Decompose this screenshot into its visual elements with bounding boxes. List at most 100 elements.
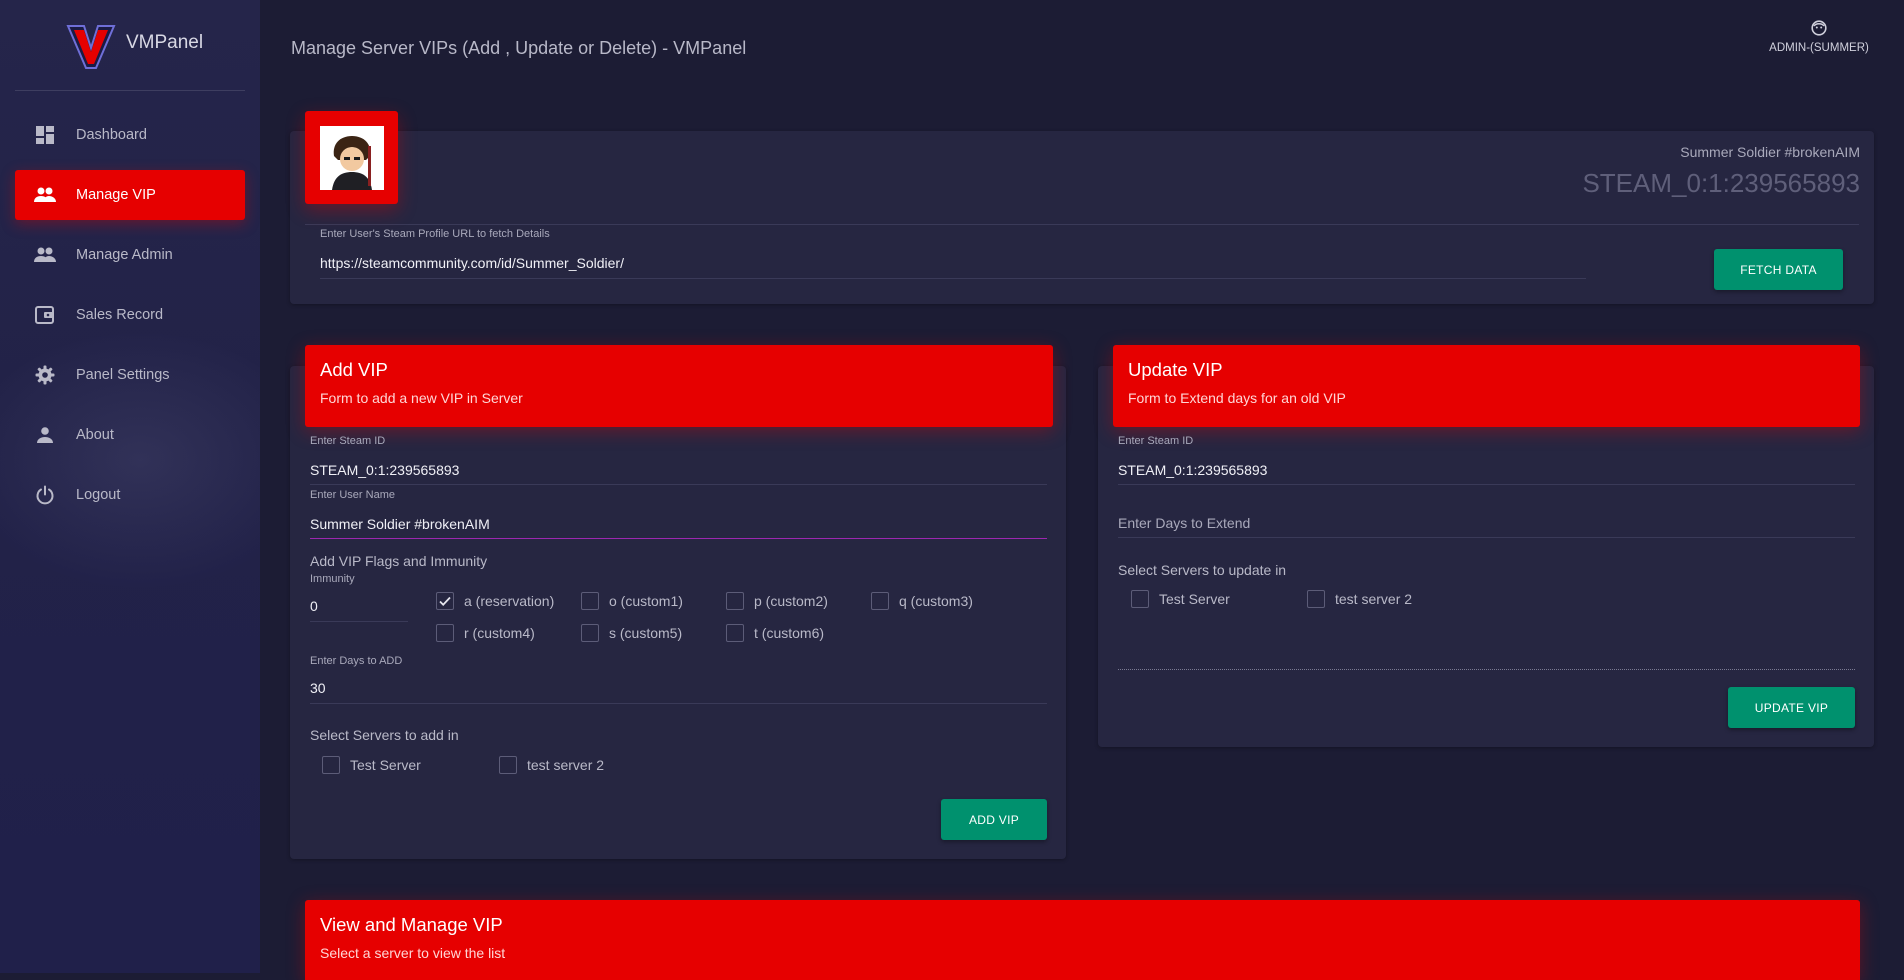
sidebar-item-sales-record[interactable]: Sales Record <box>15 290 245 340</box>
checkbox-label: Test Server <box>1159 591 1230 607</box>
view-vip-subtitle: Select a server to view the list <box>320 945 506 961</box>
sidebar-item-label: Dashboard <box>76 127 147 143</box>
days-add-label: Enter Days to ADD <box>310 655 403 667</box>
update-vip-header: Update VIP Form to Extend days for an ol… <box>1113 345 1860 427</box>
profile-steam-id: STEAM_0:1:239565893 <box>1582 168 1860 198</box>
dashboard-icon <box>33 123 57 147</box>
sidebar-item-logout[interactable]: Logout <box>15 470 245 520</box>
flag-checkbox-t[interactable]: t (custom6) <box>726 624 824 642</box>
vmpanel-logo-icon <box>66 25 116 69</box>
sidebar-divider <box>15 90 245 91</box>
logo[interactable]: VMPanel <box>66 22 203 72</box>
add-vip-title: Add VIP <box>320 359 388 380</box>
checkbox-box <box>726 592 744 610</box>
add-servers-heading: Select Servers to add in <box>310 727 459 743</box>
checkbox-box <box>436 592 454 610</box>
sidebar-item-panel-settings[interactable]: Panel Settings <box>15 350 245 400</box>
checkbox-box <box>581 624 599 642</box>
add-server-checkbox-test-server[interactable]: Test Server <box>322 756 421 774</box>
checkbox-box <box>581 592 599 610</box>
people-icon <box>33 243 57 267</box>
profile-display-name: Summer Soldier #brokenAIM <box>1680 144 1860 160</box>
update-vip-title: Update VIP <box>1128 359 1223 380</box>
flags-heading: Add VIP Flags and Immunity <box>310 553 488 569</box>
view-vip-header: View and Manage VIP Select a server to v… <box>305 900 1860 980</box>
user-menu[interactable]: ADMIN-(SUMMER) <box>1764 20 1874 54</box>
flag-checkbox-q[interactable]: q (custom3) <box>871 592 973 610</box>
flag-checkbox-r[interactable]: r (custom4) <box>436 624 535 642</box>
checkbox-box <box>1131 590 1149 608</box>
sidebar-item-label: Panel Settings <box>76 367 170 383</box>
update-servers-divider <box>1118 669 1855 670</box>
sidebar-item-label: Logout <box>76 487 121 503</box>
update-servers-heading: Select Servers to update in <box>1118 562 1287 578</box>
sidebar-item-dashboard[interactable]: Dashboard <box>15 110 245 160</box>
add-vip-subtitle: Form to add a new VIP in Server <box>320 390 523 406</box>
fetch-data-button[interactable]: FETCH DATA <box>1714 249 1843 290</box>
sidebar-nav: Dashboard Manage VIP Manage Admin Sales … <box>15 110 245 530</box>
sidebar-item-label: Manage Admin <box>76 247 173 263</box>
update-vip-subtitle: Form to Extend days for an old VIP <box>1128 390 1346 406</box>
avatar <box>305 111 398 204</box>
checkbox-label: a (reservation) <box>464 593 555 609</box>
steam-url-label: Enter User's Steam Profile URL to fetch … <box>320 228 550 240</box>
app-name: VMPanel <box>126 32 204 53</box>
days-add-input[interactable] <box>310 673 1047 704</box>
checkbox-label: t (custom6) <box>754 625 825 641</box>
sidebar-item-label: Sales Record <box>76 307 164 323</box>
user-face-icon <box>1811 20 1827 36</box>
update-server-checkbox-test-server[interactable]: Test Server <box>1131 590 1230 608</box>
checkbox-box <box>322 756 340 774</box>
update-steam-id-label: Enter Steam ID <box>1118 435 1194 447</box>
avatar-image-icon <box>319 125 384 190</box>
checkbox-label: test server 2 <box>1335 591 1413 607</box>
user-name: ADMIN-(SUMMER) <box>1769 42 1869 54</box>
sidebar-item-about[interactable]: About <box>15 410 245 460</box>
checkmark-icon <box>439 596 451 606</box>
checkbox-box <box>726 624 744 642</box>
add-vip-header: Add VIP Form to add a new VIP in Server <box>305 345 1053 427</box>
flag-checkbox-s[interactable]: s (custom5) <box>581 624 682 642</box>
gear-icon <box>33 363 57 387</box>
sidebar-item-label: Manage VIP <box>76 187 156 203</box>
update-steam-id-input[interactable] <box>1118 455 1855 485</box>
immunity-input[interactable] <box>310 591 408 622</box>
days-extend-input[interactable] <box>1118 508 1855 538</box>
sidebar-item-manage-vip[interactable]: Manage VIP <box>15 170 245 220</box>
wallet-icon <box>33 303 57 327</box>
add-vip-button[interactable]: ADD VIP <box>941 799 1047 840</box>
checkbox-label: o (custom1) <box>609 593 683 609</box>
checkbox-label: test server 2 <box>527 757 605 773</box>
power-icon <box>33 483 57 507</box>
flag-checkbox-a[interactable]: a (reservation) <box>436 592 554 610</box>
profile-divider <box>305 224 1859 225</box>
profile-card: Summer Soldier #brokenAIM STEAM_0:1:2395… <box>290 131 1874 304</box>
checkbox-label: q (custom3) <box>899 593 973 609</box>
add-steam-id-input[interactable] <box>310 455 1047 485</box>
checkbox-label: Test Server <box>350 757 421 773</box>
checkbox-box <box>871 592 889 610</box>
person-icon <box>33 423 57 447</box>
add-user-name-input[interactable] <box>310 509 1047 539</box>
steam-url-input[interactable] <box>320 248 1586 279</box>
checkbox-label: s (custom5) <box>609 625 683 641</box>
update-vip-button[interactable]: UPDATE VIP <box>1728 687 1855 728</box>
add-steam-id-label: Enter Steam ID <box>310 435 386 447</box>
sidebar: VMPanel Dashboard Manage VIP Manage Admi… <box>0 0 260 973</box>
add-server-checkbox-test-server-2[interactable]: test server 2 <box>499 756 604 774</box>
checkbox-box <box>436 624 454 642</box>
page-title: Manage Server VIPs (Add , Update or Dele… <box>291 38 747 58</box>
checkbox-label: r (custom4) <box>464 625 535 641</box>
view-vip-title: View and Manage VIP <box>320 914 503 935</box>
sidebar-item-label: About <box>76 427 114 443</box>
checkbox-box <box>1307 590 1325 608</box>
sidebar-item-manage-admin[interactable]: Manage Admin <box>15 230 245 280</box>
checkbox-label: p (custom2) <box>754 593 828 609</box>
flag-checkbox-p[interactable]: p (custom2) <box>726 592 828 610</box>
people-icon <box>33 183 57 207</box>
checkbox-box <box>499 756 517 774</box>
add-user-name-label: Enter User Name <box>310 489 395 501</box>
update-server-checkbox-test-server-2[interactable]: test server 2 <box>1307 590 1412 608</box>
immunity-label: Immunity <box>310 573 355 585</box>
flag-checkbox-o[interactable]: o (custom1) <box>581 592 683 610</box>
